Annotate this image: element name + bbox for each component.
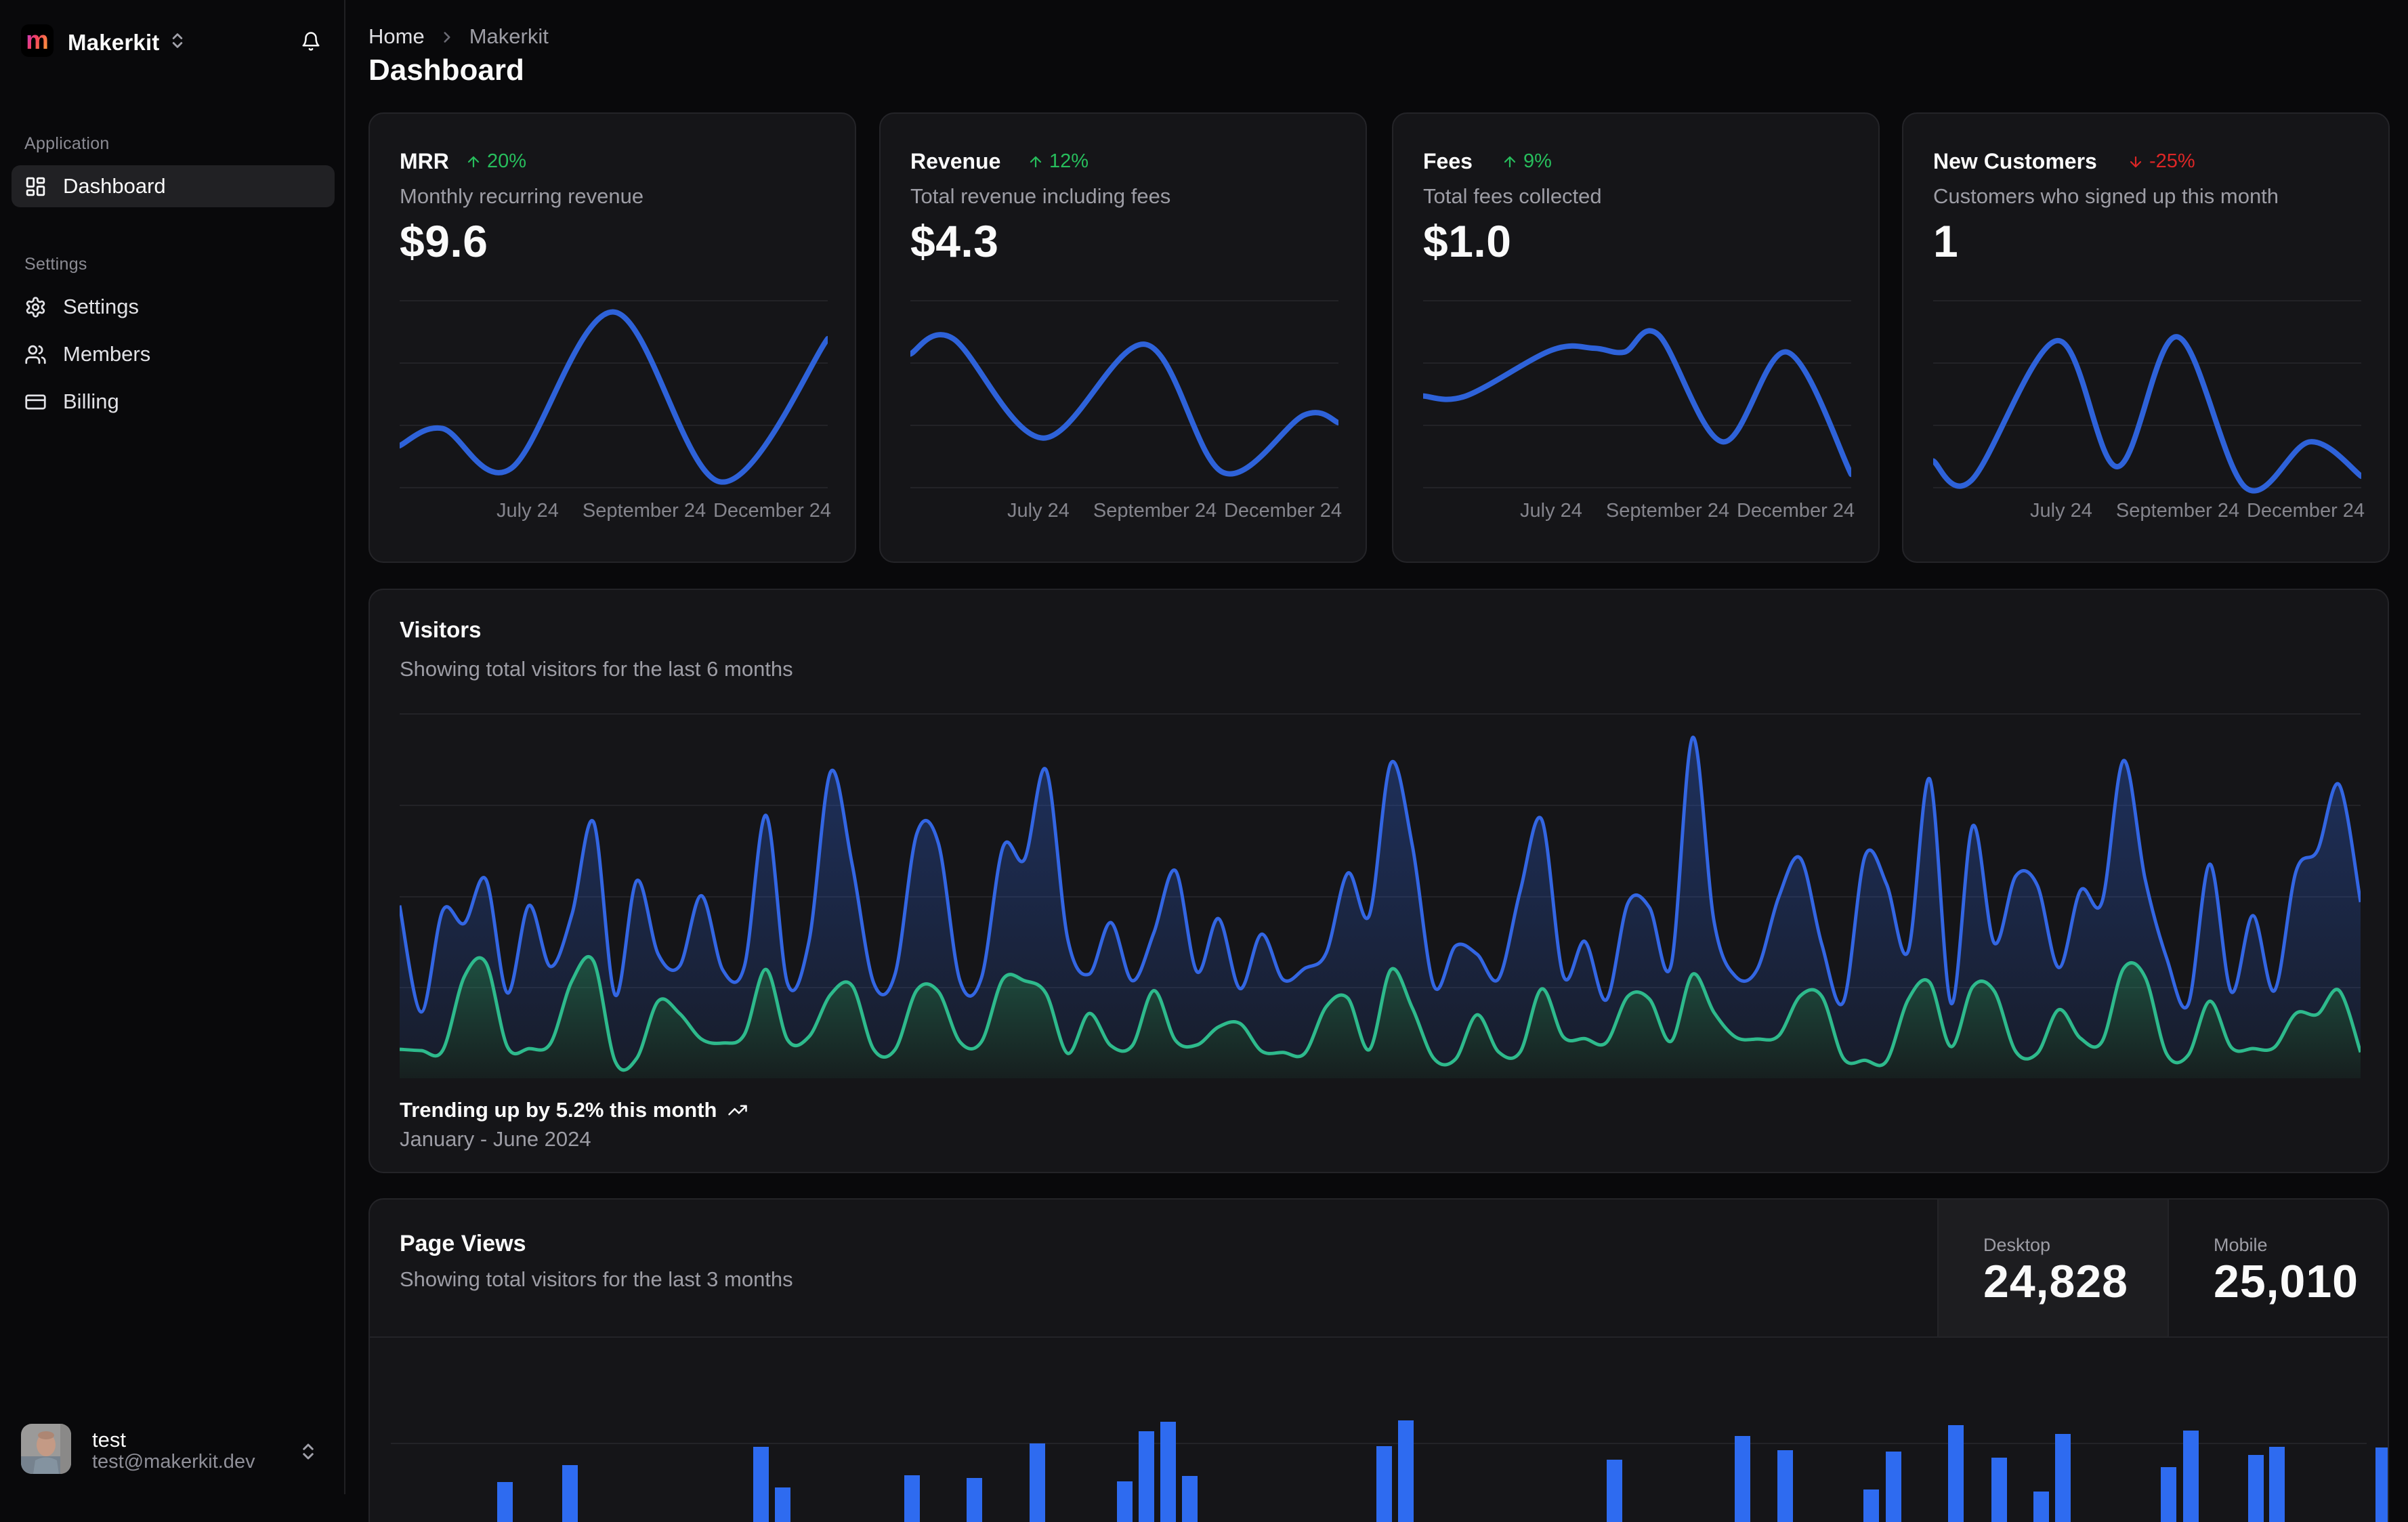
svg-text:m: m (26, 27, 49, 54)
